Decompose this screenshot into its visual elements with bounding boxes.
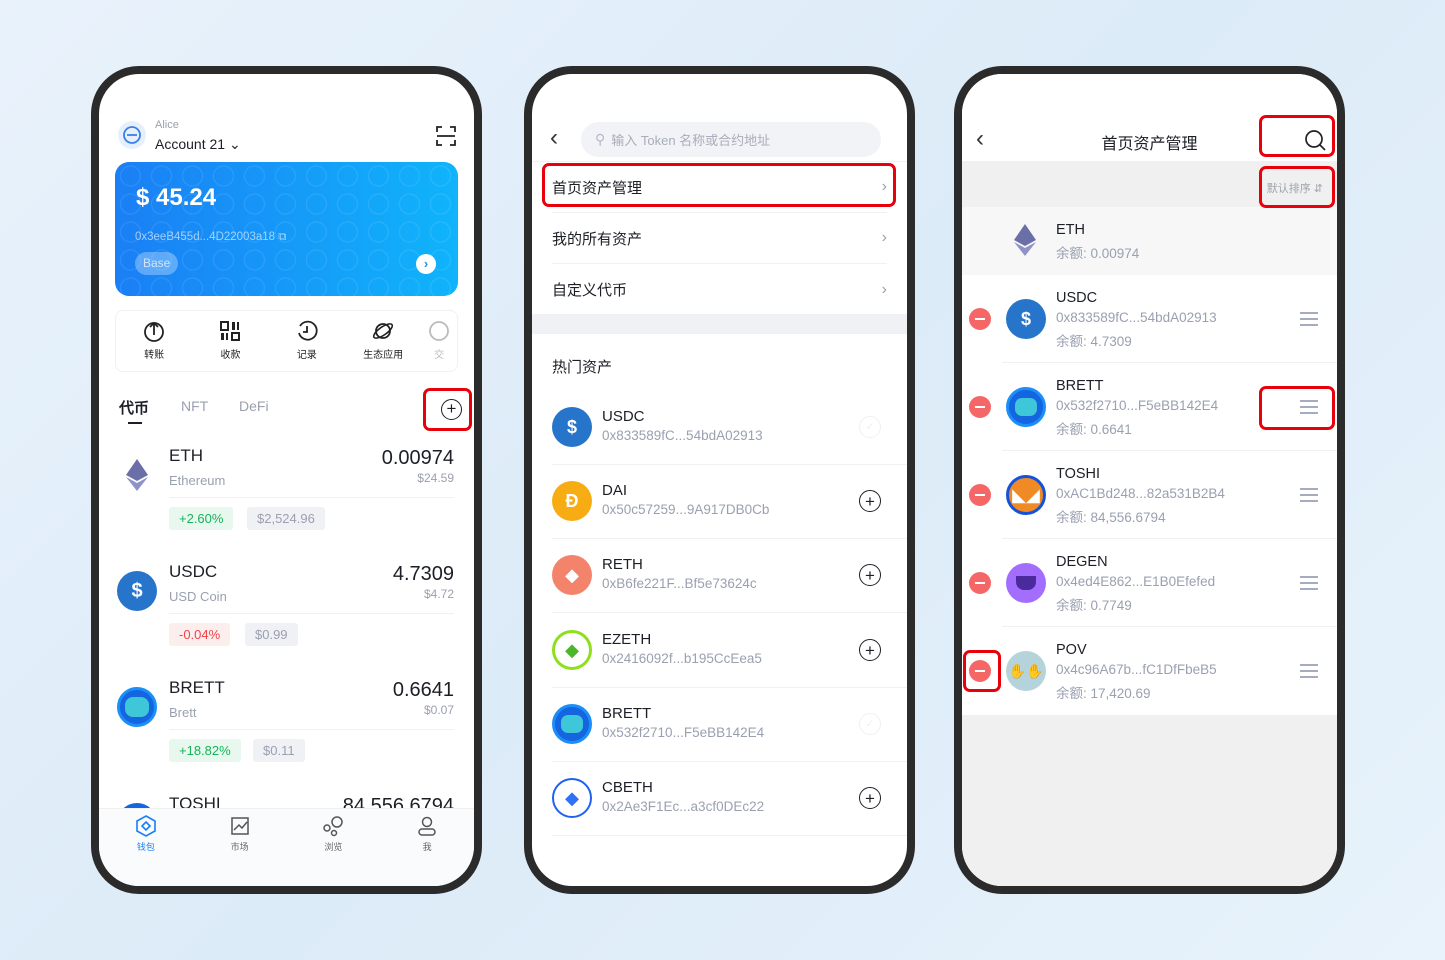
total-balance: $ 45.24 [136, 184, 217, 211]
qr-icon [220, 321, 241, 341]
change-badge: -0.04% [169, 623, 231, 646]
managed-token-row: ◣◢ TOSHI 0xAC1Bd248...82a531B2B4 余额: 84,556… [962, 451, 1337, 539]
drag-handle-icon[interactable] [1300, 576, 1318, 590]
drag-handle-icon[interactable] [1300, 488, 1318, 502]
drag-handle-icon[interactable] [1300, 400, 1318, 414]
brett-icon [117, 687, 157, 727]
action-swap[interactable]: 交 [421, 311, 457, 371]
eth-icon [1014, 224, 1036, 256]
network-badge[interactable]: Base [135, 252, 179, 275]
wallet-phone: Alice Account 21 ⌄ $ 45.24 0x3eeB455d...… [91, 66, 482, 894]
remove-button[interactable] [969, 396, 991, 418]
account-selector[interactable]: Account 21 ⌄ [155, 136, 241, 153]
price-badge: $2,524.96 [247, 507, 325, 530]
add-token-button[interactable]: + [859, 787, 881, 809]
drag-handle-icon[interactable] [1300, 312, 1318, 326]
nav-browse[interactable]: 浏览 [287, 809, 381, 886]
remove-button[interactable] [969, 660, 991, 682]
manage-phone: ‹ 首页资产管理 默认排序 ⇵ ETH 余额: 0.00974 $ USDC 0x8… [954, 66, 1345, 894]
added-check-icon: ✓ [859, 416, 881, 438]
tab-indicator [128, 422, 142, 424]
back-button[interactable]: ‹ [550, 124, 558, 152]
search-icon: ⚲ [595, 131, 606, 147]
managed-token-row: BRETT 0x532f2710...F5eBB142E4 余额: 0.6641 [962, 363, 1337, 451]
nav-market[interactable]: 市场 [193, 809, 287, 886]
action-send[interactable]: 转账 [116, 311, 192, 371]
change-badge: +2.60% [169, 507, 234, 530]
token-search-input[interactable]: ⚲ 输入 Token 名称或合约地址 [581, 122, 881, 157]
action-history[interactable]: 记录 [269, 311, 345, 371]
drag-handle-icon[interactable] [1300, 664, 1318, 678]
add-token-button[interactable]: + [441, 399, 462, 420]
managed-token-row: ✋✋ POV 0x4c96A67b...fC1DfFbeB5 余额: 17,420.6… [962, 627, 1337, 715]
token-row[interactable]: $ USDC USD Coin 4.7309 $4.72 -0.04% $0.99 [99, 562, 474, 687]
action-dapps[interactable]: 生态应用 [345, 311, 421, 371]
remove-button[interactable] [969, 572, 991, 594]
search-icon[interactable] [1304, 129, 1326, 151]
action-receive[interactable]: 收款 [192, 311, 268, 371]
pinned-eth-row: ETH 余额: 0.00974 [962, 207, 1337, 275]
menu-custom-token[interactable]: 自定义代币 › [552, 264, 887, 315]
swap-icon [429, 321, 450, 341]
tab-defi[interactable]: DeFi [239, 398, 269, 414]
add-token-button[interactable]: + [859, 639, 881, 661]
account-avatar[interactable] [118, 121, 146, 149]
add-token-button[interactable]: + [859, 490, 881, 512]
chevron-down-icon: ⌄ [228, 136, 241, 152]
account-icon [123, 126, 141, 144]
chevron-right-icon: › [881, 280, 887, 298]
scan-icon[interactable] [436, 126, 456, 146]
user-name: Alice [155, 119, 179, 131]
copy-icon[interactable]: ⧉ [278, 231, 286, 243]
search-phone: ‹ ⚲ 输入 Token 名称或合约地址 首页资产管理 › 我的所有资产 › 自定义… [524, 66, 915, 894]
chevron-right-icon: › [881, 229, 887, 246]
tab-tokens[interactable]: 代币 [119, 397, 149, 418]
eth-icon [117, 455, 157, 495]
market-icon [230, 817, 249, 835]
added-check-icon: ✓ [859, 713, 881, 735]
bottom-nav: 钱包 市场 浏览 我 [99, 808, 474, 886]
chevron-right-icon: › [881, 178, 887, 195]
usdc-icon: $ [117, 571, 157, 611]
hot-assets-title: 热门资产 [552, 359, 613, 376]
profile-icon [418, 816, 436, 836]
browse-icon [323, 816, 344, 837]
card-arrow-button[interactable]: › [416, 254, 436, 274]
price-badge: $0.11 [253, 739, 305, 762]
managed-token-row: DEGEN 0x4ed4E862...E1B0Efefed 余额: 0.7749 [962, 539, 1337, 627]
balance-card[interactable]: $ 45.24 0x3eeB455d...4D22003a18 ⧉ Base › [115, 162, 458, 296]
change-badge: +18.82% [169, 739, 241, 762]
menu-all-assets[interactable]: 我的所有资产 › [552, 213, 887, 264]
planet-icon [373, 323, 394, 339]
page-title: 首页资产管理 [1101, 136, 1198, 153]
sort-button[interactable]: 默认排序 ⇵ [1267, 180, 1323, 196]
tab-nft[interactable]: NFT [181, 398, 208, 414]
account-name: Account 21 [155, 136, 226, 152]
send-icon [144, 321, 165, 342]
menu-home-asset-management[interactable]: 首页资产管理 › [552, 162, 887, 213]
price-badge: $0.99 [245, 623, 298, 646]
wallet-icon [136, 815, 156, 837]
remove-button[interactable] [969, 484, 991, 506]
hot-token-row: ◆ CBETH 0x2Ae3F1Ec...a3cf0DEc22 + [532, 778, 907, 872]
nav-me[interactable]: 我 [380, 809, 474, 886]
token-row[interactable]: ETH Ethereum 0.00974 $24.59 +2.60% $2,524.… [99, 446, 474, 571]
managed-token-row: $ USDC 0x833589fC...54bdA02913 余额: 4.7309 [962, 275, 1337, 363]
remove-button[interactable] [969, 308, 991, 330]
quick-actions: 转账 收款 记录 生态应用 交 [115, 310, 458, 372]
wallet-address[interactable]: 0x3eeB455d...4D22003a18 ⧉ [135, 231, 286, 244]
search-placeholder: 输入 Token 名称或合约地址 [611, 133, 771, 148]
token-row[interactable]: BRETT Brett 0.6641 $0.07 +18.82% $0.11 [99, 678, 474, 803]
nav-wallet[interactable]: 钱包 [99, 809, 193, 886]
add-token-button[interactable]: + [859, 564, 881, 586]
history-icon [297, 320, 318, 341]
